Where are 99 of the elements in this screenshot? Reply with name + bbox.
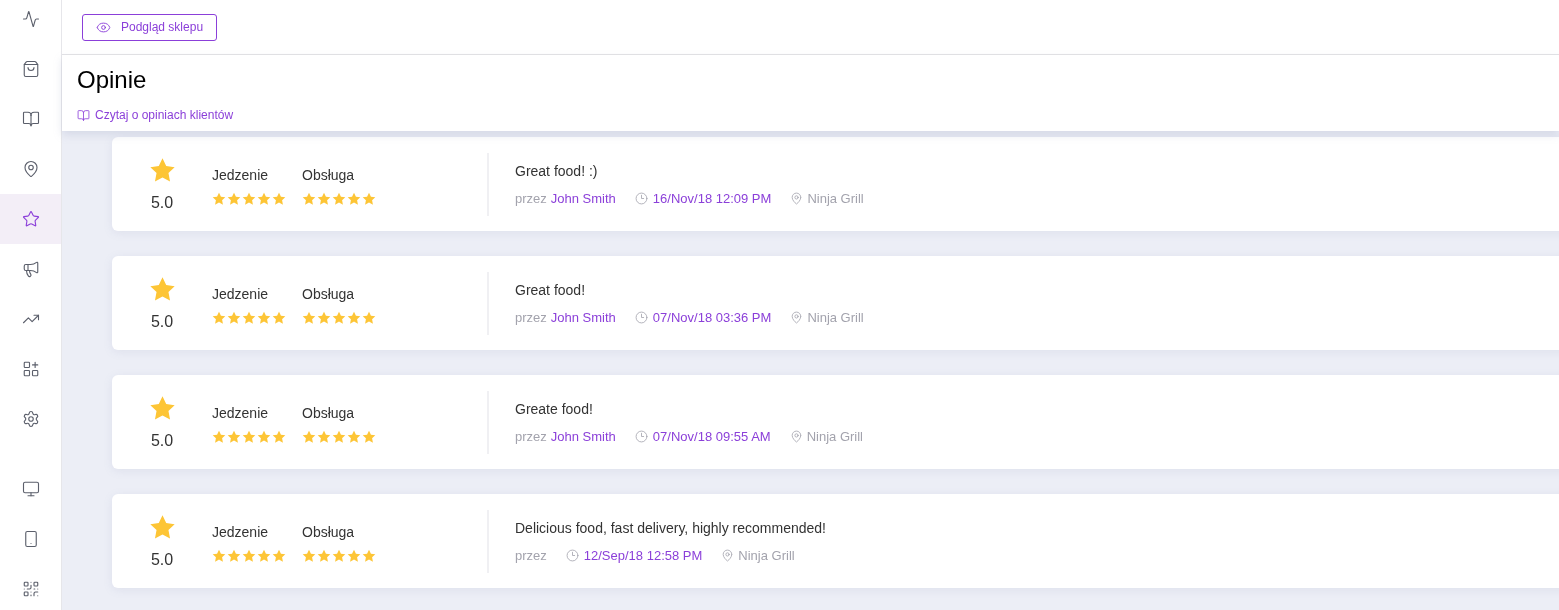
rating-star-icon xyxy=(272,191,286,206)
rating-star-icon xyxy=(227,429,241,444)
rating-star-icon xyxy=(332,429,346,444)
rating-value: 5.0 xyxy=(150,551,174,569)
book-icon xyxy=(21,110,40,128)
review-date: 07/Nov/18 09:55 AM xyxy=(652,429,771,444)
review-comment: Great food! xyxy=(515,282,586,298)
author-link[interactable]: John Smith xyxy=(550,191,616,206)
monitor-icon xyxy=(21,480,40,498)
rating-star-icon xyxy=(242,310,256,325)
clock-icon xyxy=(634,311,648,324)
preview-button[interactable]: Podgląd sklepu xyxy=(82,13,218,41)
category-label: Obsługa xyxy=(302,285,355,302)
rating-star-icon xyxy=(227,548,241,563)
rating-star-icon xyxy=(317,191,331,206)
grid-plus-icon xyxy=(21,360,40,378)
review-location: Ninja Grill xyxy=(806,429,863,444)
rating-star-icon xyxy=(317,548,331,563)
map-pin-icon xyxy=(21,160,40,178)
map-pin-icon xyxy=(790,311,804,324)
rating-star-icon xyxy=(257,548,271,563)
review-comment: Delicious food, fast delivery, highly recommended! xyxy=(515,520,826,536)
review-date: 12/Sep/18 12:58 PM xyxy=(583,548,703,563)
rating-value: 5.0 xyxy=(150,432,174,450)
review-date: 16/Nov/18 12:09 PM xyxy=(652,191,772,206)
rating-star-icon xyxy=(212,191,226,206)
star-icon xyxy=(148,514,176,541)
rating-star-icon xyxy=(362,548,376,563)
rating-star-icon xyxy=(317,429,331,444)
rating-star-icon xyxy=(212,429,226,444)
review-location: Ninja Grill xyxy=(807,310,864,325)
review-comment: Great food! :) xyxy=(515,163,598,179)
rating-star-icon xyxy=(242,548,256,563)
rating-star-icon xyxy=(332,310,346,325)
rating-star-icon xyxy=(257,191,271,206)
rating-star-icon xyxy=(347,191,361,206)
rating-star-icon xyxy=(347,429,361,444)
category-label: Jedzenie xyxy=(212,404,269,421)
page-title: Opinie xyxy=(77,66,147,94)
rating-star-icon xyxy=(212,548,226,563)
megaphone-icon xyxy=(21,260,40,278)
rating-star-icon xyxy=(332,191,346,206)
star-icon xyxy=(148,395,176,422)
rating-value: 5.0 xyxy=(150,313,174,331)
book-icon xyxy=(77,108,90,122)
clock-icon xyxy=(565,549,579,562)
rating-star-icon xyxy=(332,548,346,563)
rating-star-icon xyxy=(242,429,256,444)
help-link[interactable]: Czytaj o opiniach klientów xyxy=(77,108,234,122)
rating-star-icon xyxy=(272,548,286,563)
sidebar-item[interactable] xyxy=(0,194,61,244)
rating-star-icon xyxy=(317,310,331,325)
category-label: Obsługa xyxy=(302,523,355,540)
rating-star-icon xyxy=(362,310,376,325)
author-prefix: przez xyxy=(515,191,547,206)
review-location: Ninja Grill xyxy=(738,548,795,563)
clock-icon xyxy=(634,430,648,443)
rating-star-icon xyxy=(257,429,271,444)
rating-star-icon xyxy=(227,191,241,206)
activity-icon xyxy=(21,10,40,28)
category-label: Obsługa xyxy=(302,404,355,421)
rating-star-icon xyxy=(362,191,376,206)
category-label: Jedzenie xyxy=(212,285,269,302)
rating-star-icon xyxy=(272,310,286,325)
author-link[interactable]: John Smith xyxy=(550,429,616,444)
category-label: Obsługa xyxy=(302,166,355,183)
rating-star-icon xyxy=(302,310,316,325)
rating-star-icon xyxy=(227,310,241,325)
clock-icon xyxy=(634,192,648,205)
rating-star-icon xyxy=(302,429,316,444)
author-prefix: przez xyxy=(515,429,547,444)
author-prefix: przez xyxy=(515,548,547,563)
rating-star-icon xyxy=(272,429,286,444)
rating-star-icon xyxy=(362,429,376,444)
map-pin-icon xyxy=(789,430,803,443)
author-prefix: przez xyxy=(515,310,547,325)
rating-star-icon xyxy=(212,310,226,325)
star-icon xyxy=(148,276,176,303)
rating-star-icon xyxy=(257,310,271,325)
author-link[interactable]: John Smith xyxy=(550,310,616,325)
shopping-bag-icon xyxy=(21,60,40,78)
review-location: Ninja Grill xyxy=(807,191,864,206)
star-icon xyxy=(21,210,40,228)
rating-value: 5.0 xyxy=(150,194,174,212)
settings-icon xyxy=(21,410,40,428)
rating-star-icon xyxy=(302,548,316,563)
category-label: Jedzenie xyxy=(212,523,269,540)
rating-star-icon xyxy=(242,191,256,206)
map-pin-icon xyxy=(721,549,735,562)
rating-star-icon xyxy=(302,191,316,206)
rating-star-icon xyxy=(347,310,361,325)
review-date: 07/Nov/18 03:36 PM xyxy=(652,310,772,325)
category-label: Jedzenie xyxy=(212,166,269,183)
rating-star-icon xyxy=(347,548,361,563)
eye-icon xyxy=(96,19,111,35)
map-pin-icon xyxy=(790,192,804,205)
qr-code-icon xyxy=(21,580,40,598)
star-icon xyxy=(148,157,176,184)
review-comment: Greate food! xyxy=(515,401,593,417)
